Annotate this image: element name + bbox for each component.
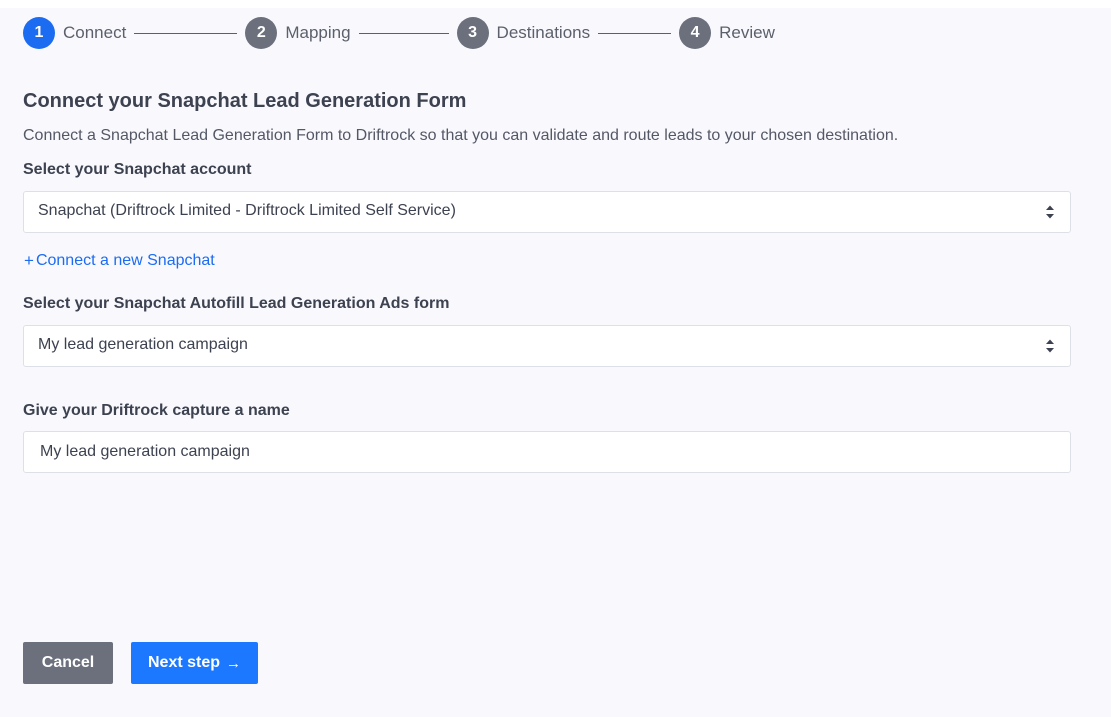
- capture-name-input[interactable]: [23, 431, 1071, 473]
- connect-link-label: Connect a new Snapchat: [35, 252, 215, 269]
- step-number-badge: 4: [679, 17, 712, 49]
- step-number-badge: 2: [245, 17, 278, 49]
- capture-name-label: Give your Driftrock capture a name: [23, 402, 290, 419]
- step-connector: [598, 32, 672, 34]
- next-step-button-label: Next step: [147, 654, 221, 671]
- step-label: Connect: [63, 23, 127, 42]
- connect-new-snapchat-link[interactable]: + Connect a new Snapchat: [24, 251, 215, 271]
- step-connect[interactable]: 1 Connect: [23, 17, 126, 49]
- sort-caret-icon: [1046, 205, 1054, 219]
- form-select-label: Select your Snapchat Autofill Lead Gener…: [23, 295, 450, 312]
- step-number-badge: 3: [456, 17, 489, 49]
- sort-caret-icon: [1046, 339, 1054, 353]
- account-select-label: Select your Snapchat account: [23, 161, 252, 178]
- progress-stepper: 1 Connect 2 Mapping 3 Destinations 4 Rev…: [23, 17, 775, 49]
- step-number-badge: 1: [23, 17, 55, 49]
- step-connector: [358, 32, 449, 34]
- step-mapping[interactable]: 2 Mapping: [245, 17, 351, 49]
- next-step-button[interactable]: Next step →: [131, 642, 258, 684]
- cancel-button[interactable]: Cancel: [23, 642, 113, 684]
- account-select-value: Snapchat (Driftrock Limited - Driftrock …: [38, 202, 456, 219]
- cancel-button-label: Cancel: [41, 654, 95, 671]
- step-label: Review: [719, 23, 775, 42]
- step-connector: [134, 32, 238, 34]
- plus-icon: +: [24, 251, 34, 270]
- content-panel: 1 Connect 2 Mapping 3 Destinations 4 Rev…: [0, 8, 1111, 717]
- step-destinations[interactable]: 3 Destinations: [456, 17, 591, 49]
- step-label: Destinations: [496, 23, 591, 42]
- account-select[interactable]: Snapchat (Driftrock Limited - Driftrock …: [23, 191, 1071, 233]
- lead-form-select-value: My lead generation campaign: [38, 336, 248, 353]
- page-description: Connect a Snapchat Lead Generation Form …: [23, 127, 899, 144]
- page-title: Connect your Snapchat Lead Generation Fo…: [23, 90, 467, 112]
- arrow-right-icon: →: [226, 654, 242, 672]
- step-review[interactable]: 4 Review: [679, 17, 775, 49]
- lead-form-select[interactable]: My lead generation campaign: [23, 325, 1071, 367]
- step-label: Mapping: [285, 23, 351, 42]
